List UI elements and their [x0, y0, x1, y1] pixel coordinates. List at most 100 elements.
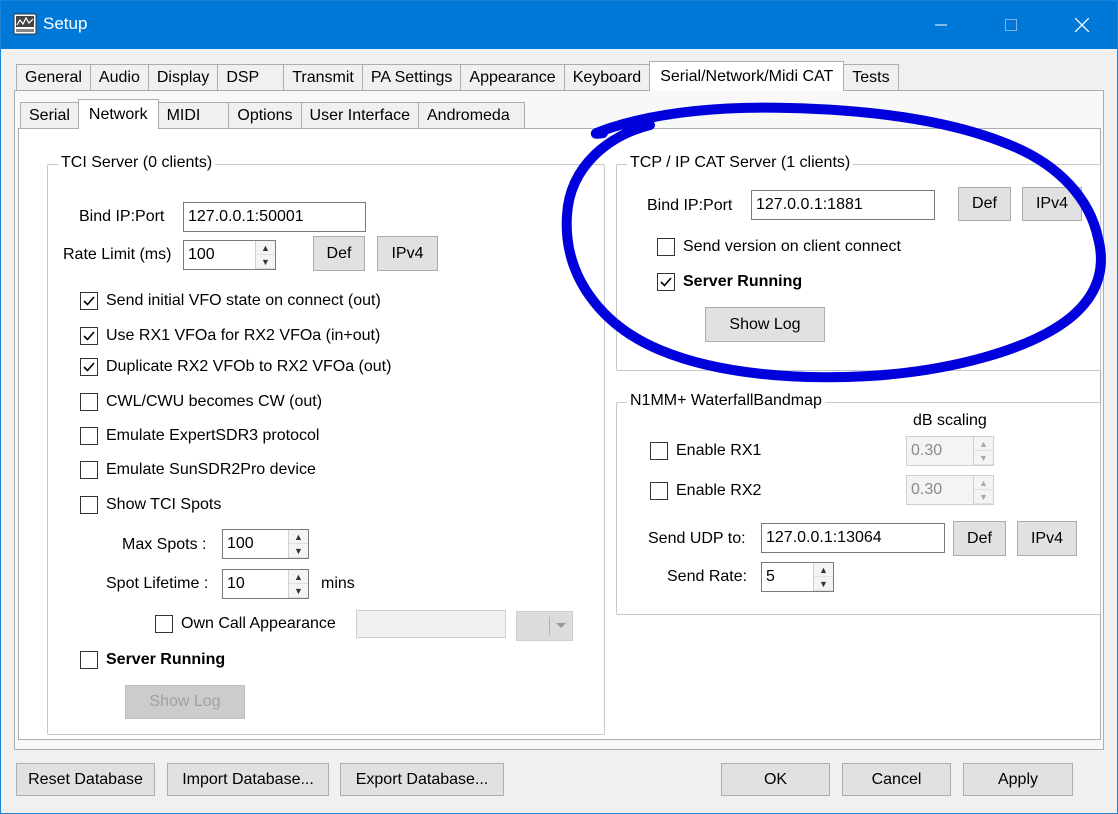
- checkbox-label: Send version on client connect: [683, 238, 901, 255]
- tab-keyboard[interactable]: Keyboard: [563, 64, 651, 90]
- send-udp-input[interactable]: [761, 523, 945, 553]
- ok-button[interactable]: OK: [721, 763, 830, 796]
- tab-appearance[interactable]: Appearance: [460, 64, 565, 90]
- tcpip-ipv4-button[interactable]: IPv4: [1022, 187, 1082, 221]
- checkbox-label: Use RX1 VFOa for RX2 VFOa (in+out): [106, 327, 381, 344]
- checkbox-checked-icon[interactable]: [80, 327, 98, 345]
- tcpip-show-log-button[interactable]: Show Log: [705, 307, 825, 342]
- spin-up-icon[interactable]: ▲: [289, 570, 308, 584]
- tab-audio[interactable]: Audio: [89, 64, 149, 90]
- checkbox-unchecked-icon[interactable]: [155, 615, 173, 633]
- tci-check-initial-vfo[interactable]: Send initial VFO state on connect (out): [80, 292, 381, 310]
- tci-check-expertsdr3[interactable]: Emulate ExpertSDR3 protocol: [80, 427, 319, 445]
- tci-check-sunsdr2pro[interactable]: Emulate SunSDR2Pro device: [80, 461, 316, 479]
- tcpip-bind-input[interactable]: [751, 190, 935, 220]
- subtab-options[interactable]: Options: [228, 102, 302, 128]
- minimize-button[interactable]: [906, 1, 976, 49]
- spin-up-icon[interactable]: ▲: [256, 241, 275, 255]
- spin-up-icon[interactable]: ▲: [974, 476, 993, 490]
- tcpip-def-button[interactable]: Def: [958, 187, 1011, 221]
- n1mm-def-button[interactable]: Def: [953, 521, 1006, 556]
- apply-button[interactable]: Apply: [963, 763, 1073, 796]
- tci-def-button[interactable]: Def: [313, 236, 365, 271]
- checkbox-checked-icon[interactable]: [657, 273, 675, 291]
- tci-rate-label: Rate Limit (ms): [63, 246, 172, 263]
- window-title: Setup: [43, 14, 88, 33]
- checkbox-unchecked-icon[interactable]: [80, 427, 98, 445]
- tci-show-log-button[interactable]: Show Log: [125, 685, 245, 719]
- combo-divider: [549, 617, 550, 635]
- tci-server-running-check[interactable]: Server Running: [80, 651, 225, 669]
- spin-down-icon[interactable]: ▼: [974, 451, 993, 465]
- tci-check-rx1-vfoa[interactable]: Use RX1 VFOa for RX2 VFOa (in+out): [80, 327, 380, 345]
- checkbox-unchecked-icon[interactable]: [80, 461, 98, 479]
- rx1-db-stepper[interactable]: 0.30 ▲ ▼: [906, 436, 994, 466]
- tci-ipv4-button[interactable]: IPv4: [377, 236, 438, 271]
- enable-rx1-check[interactable]: Enable RX1: [650, 442, 761, 460]
- setup-window: Setup General Audio Display DSP Transmit…: [0, 0, 1118, 814]
- reset-database-button[interactable]: Reset Database: [16, 763, 155, 796]
- send-rate-stepper[interactable]: 5 ▲ ▼: [761, 562, 834, 592]
- spot-lifetime-value: 10: [227, 575, 245, 592]
- max-spots-stepper[interactable]: 100 ▲ ▼: [222, 529, 309, 559]
- tab-display[interactable]: Display: [147, 64, 219, 90]
- spin-down-icon[interactable]: ▼: [289, 544, 308, 558]
- own-call-color-combo[interactable]: [516, 611, 573, 641]
- enable-rx2-check[interactable]: Enable RX2: [650, 482, 761, 500]
- subtab-network[interactable]: Network: [77, 99, 159, 129]
- subtab-andromeda[interactable]: Andromeda: [418, 102, 525, 128]
- checkbox-label: Emulate SunSDR2Pro device: [106, 461, 316, 478]
- export-database-button[interactable]: Export Database...: [340, 763, 504, 796]
- n1mm-ipv4-button[interactable]: IPv4: [1017, 521, 1077, 556]
- checkbox-unchecked-icon[interactable]: [650, 442, 668, 460]
- spot-lifetime-stepper[interactable]: 10 ▲ ▼: [222, 569, 309, 599]
- spin-down-icon[interactable]: ▼: [289, 584, 308, 598]
- import-database-button[interactable]: Import Database...: [167, 763, 329, 796]
- checkbox-unchecked-icon[interactable]: [80, 651, 98, 669]
- maximize-icon: [1005, 19, 1017, 31]
- rx2-db-stepper[interactable]: 0.30 ▲ ▼: [906, 475, 994, 505]
- spin-down-icon[interactable]: ▼: [256, 255, 275, 269]
- tab-transmit[interactable]: Transmit: [283, 64, 363, 90]
- tab-general[interactable]: General: [16, 64, 91, 90]
- tab-serial-network-midi-cat[interactable]: Serial/Network/Midi CAT: [649, 61, 845, 91]
- tci-rate-stepper[interactable]: 100 ▲ ▼: [183, 240, 276, 270]
- checkbox-unchecked-icon[interactable]: [80, 496, 98, 514]
- tcpip-server-running-check[interactable]: Server Running: [657, 273, 802, 291]
- own-call-appearance-check[interactable]: Own Call Appearance: [155, 615, 336, 633]
- checkbox-checked-icon[interactable]: [80, 358, 98, 376]
- spin-up-icon[interactable]: ▲: [289, 530, 308, 544]
- checkbox-checked-icon[interactable]: [80, 292, 98, 310]
- checkbox-unchecked-icon[interactable]: [657, 238, 675, 256]
- own-call-input[interactable]: [356, 610, 506, 638]
- tci-check-show-spots[interactable]: Show TCI Spots: [80, 496, 221, 514]
- spin-down-icon[interactable]: ▼: [974, 490, 993, 504]
- tci-rate-value: 100: [188, 246, 215, 263]
- title-bar[interactable]: Setup: [1, 1, 1117, 49]
- cancel-button[interactable]: Cancel: [842, 763, 951, 796]
- checkbox-unchecked-icon[interactable]: [80, 393, 98, 411]
- spin-up-icon[interactable]: ▲: [974, 437, 993, 451]
- tcpip-legend: TCP / IP CAT Server (1 clients): [627, 154, 854, 172]
- subtab-user-interface[interactable]: User Interface: [300, 102, 419, 128]
- checkbox-label: CWL/CWU becomes CW (out): [106, 393, 323, 410]
- checkbox-label: Server Running: [683, 273, 803, 290]
- checkbox-label: Show TCI Spots: [106, 496, 222, 513]
- close-button[interactable]: [1047, 1, 1117, 49]
- subtab-serial[interactable]: Serial: [20, 102, 79, 128]
- send-version-check[interactable]: Send version on client connect: [657, 238, 901, 256]
- tab-tests[interactable]: Tests: [843, 64, 899, 90]
- spin-down-icon[interactable]: ▼: [814, 577, 833, 591]
- tci-bind-input[interactable]: [183, 202, 366, 232]
- tci-check-duplicate-rx2[interactable]: Duplicate RX2 VFOb to RX2 VFOa (out): [80, 358, 391, 376]
- send-rate-label: Send Rate:: [667, 568, 748, 585]
- subtab-midi[interactable]: MIDI: [157, 102, 230, 128]
- tab-pa-settings[interactable]: PA Settings: [361, 64, 462, 90]
- max-spots-label: Max Spots :: [122, 536, 207, 553]
- spin-up-icon[interactable]: ▲: [814, 563, 833, 577]
- maximize-button[interactable]: [976, 1, 1046, 49]
- tci-check-cwl-cwu[interactable]: CWL/CWU becomes CW (out): [80, 393, 322, 411]
- spot-lifetime-label: Spot Lifetime :: [106, 575, 209, 592]
- checkbox-unchecked-icon[interactable]: [650, 482, 668, 500]
- tab-dsp[interactable]: DSP: [217, 64, 285, 90]
